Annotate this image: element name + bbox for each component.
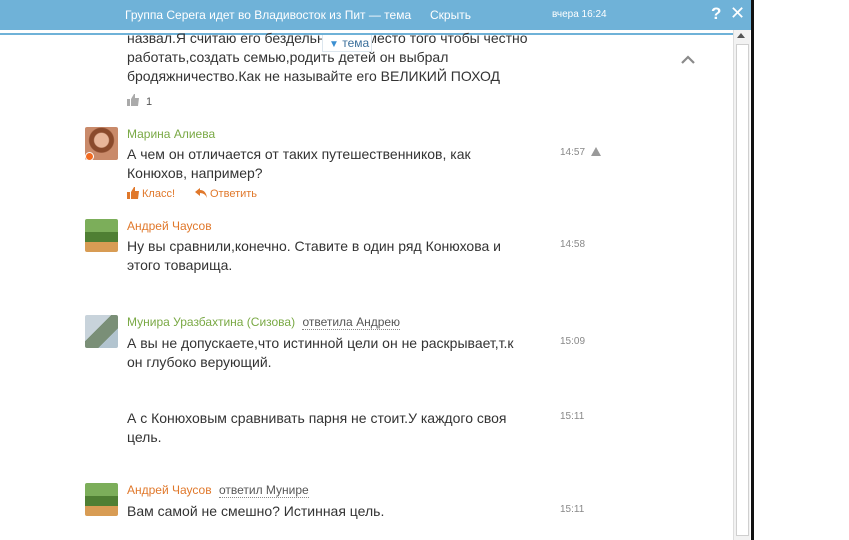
comment-time: 14:57 xyxy=(560,147,586,158)
comment-author[interactable]: Андрей Чаусов xyxy=(127,219,212,233)
scrollbar[interactable] xyxy=(733,30,750,540)
comment-text-line: он глубоко верующий. xyxy=(127,354,272,370)
comment-time: 15:11 xyxy=(560,411,585,422)
comment-author-row: Андрей Чаусов ответил Мунире xyxy=(127,483,309,498)
comment-time: 14:58 xyxy=(560,239,586,250)
reply-to-link[interactable]: ответил Мунире xyxy=(218,483,309,498)
hide-button[interactable]: Скрыть xyxy=(430,8,471,22)
post-text-line: работать,создать семью,родить детей он в… xyxy=(127,49,449,65)
online-indicator xyxy=(85,152,94,161)
topic-tab[interactable]: ▼ тема xyxy=(322,35,372,52)
avatar[interactable] xyxy=(85,483,118,516)
comment-text-line: Конюхов, например? xyxy=(127,165,263,181)
header-bar: Группа Серега идет во Владивосток из Пит… xyxy=(0,0,754,30)
reply-button[interactable]: Ответить xyxy=(210,188,257,200)
avatar[interactable] xyxy=(85,219,118,252)
topic-title[interactable]: Группа Серега идет во Владивосток из Пит… xyxy=(125,8,411,22)
post-text-line: бродяжничество.Как не называйте его ВЕЛИ… xyxy=(127,68,501,84)
comment-author[interactable]: Андрей Чаусов xyxy=(127,483,212,497)
help-icon[interactable]: ? xyxy=(711,4,721,24)
comment-text-line: А с Конюховым сравнивать парня не стоит.… xyxy=(127,410,507,426)
report-icon[interactable] xyxy=(591,147,601,156)
comment-time: 15:09 xyxy=(560,336,586,347)
scroll-up-icon[interactable] xyxy=(737,33,745,38)
thumbs-up-icon[interactable] xyxy=(127,94,140,106)
comment-text-line: цель. xyxy=(127,429,162,445)
triangle-down-icon: ▼ xyxy=(329,39,339,50)
like-count: 1 xyxy=(146,96,153,108)
like-button[interactable]: Класс! xyxy=(142,188,175,200)
avatar[interactable] xyxy=(85,315,118,348)
close-icon[interactable]: ✕ xyxy=(730,3,745,24)
chevron-up-icon[interactable] xyxy=(680,52,696,68)
header-time: вчера 16:24 xyxy=(552,9,607,20)
reply-arrow-icon[interactable] xyxy=(195,187,208,199)
comment-text-line: Вам самой не смешно? Истинная цель. xyxy=(127,503,385,519)
comment-text-line: Ну вы сравнили,конечно. Ставите в один р… xyxy=(127,238,501,254)
comment-time: 15:11 xyxy=(560,504,585,515)
comment-author-row: Мунира Уразбахтина (Сизова) ответила Анд… xyxy=(127,315,401,330)
comment-text-line: этого товарища. xyxy=(127,257,233,273)
comment-author[interactable]: Марина Алиева xyxy=(127,127,215,141)
comment-text-line: А чем он отличается от таких путешествен… xyxy=(127,146,471,162)
thumbs-up-icon[interactable] xyxy=(127,187,140,199)
scrollbar-thumb[interactable] xyxy=(736,44,749,536)
reply-to-link[interactable]: ответила Андрею xyxy=(302,315,401,330)
topic-tab-label: тема xyxy=(342,36,370,50)
comment-text-line: А вы не допускаете,что истинной цели он … xyxy=(127,335,514,351)
comment-author[interactable]: Мунира Уразбахтина (Сизова) xyxy=(127,315,295,329)
window-edge xyxy=(751,0,754,540)
